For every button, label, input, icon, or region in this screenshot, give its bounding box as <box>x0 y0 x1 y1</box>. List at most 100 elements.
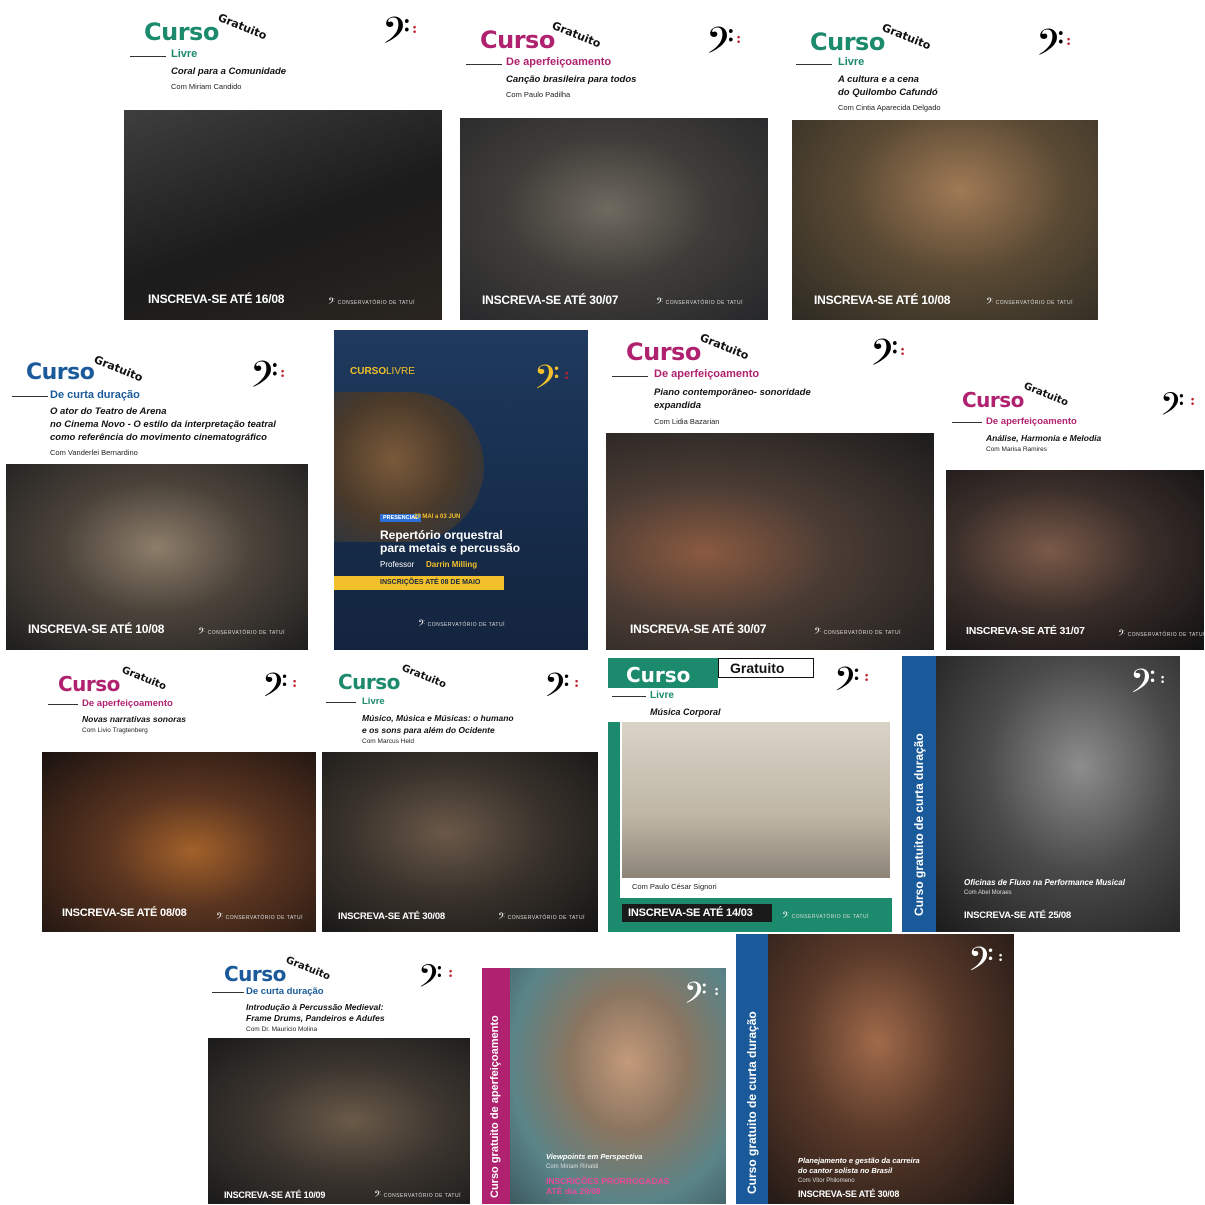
bass-clef-icon: 𝄢: <box>418 958 454 1002</box>
conservatory-logo: 𝄢 CONSERVATÓRIO DE TATUÍ <box>1118 628 1204 641</box>
enroll-deadline: INSCREVA-SE ATÉ 25/08 <box>964 910 1072 921</box>
course-card-percussao-medieval[interactable]: Curso Gratuito De curta duração Introduç… <box>208 950 470 1204</box>
conservatory-logo: 𝄢 CONSERVATÓRIO DE TATUÍ <box>656 296 743 309</box>
enroll-deadline: INSCREVA-SE ATÉ 30/08 <box>338 911 446 922</box>
clef-dots: : <box>1160 671 1166 687</box>
bass-clef-icon: 𝄢: <box>684 977 720 1018</box>
course-card-analise[interactable]: Curso Gratuito De aperfeiçoamento Anális… <box>946 380 1204 650</box>
enroll-deadline: INSCREVA-SE ATÉ 10/09 <box>224 1190 326 1200</box>
course-type: Livre <box>650 690 674 701</box>
clef-dots: : <box>1066 33 1072 49</box>
course-card-musico[interactable]: Curso Gratuito Livre Músico, Música e Mú… <box>322 662 598 932</box>
clef-dots: : <box>714 983 720 999</box>
teacher-name: Com Cintia Aparecida Delgado <box>838 103 941 112</box>
course-card-viewpoints[interactable]: Curso gratuito de aperfeiçoamento 𝄢: Vie… <box>482 968 726 1204</box>
course-photo <box>42 752 316 932</box>
course-photo <box>946 470 1204 650</box>
course-type: De aperfeiçoamento <box>986 416 1077 427</box>
conservatory-logo: 𝄢 CONSERVATÓRIO DE TATUÍ <box>782 910 869 923</box>
gratuito-label: Gratuito <box>550 18 603 51</box>
course-card-planejamento-carreira[interactable]: Curso gratuito de curta duração 𝄢: Plane… <box>736 934 1014 1204</box>
course-card-narrativas[interactable]: Curso Gratuito De aperfeiçoamento Novas … <box>42 662 316 932</box>
course-card-coral[interactable]: Curso Gratuito Livre Coral para a Comuni… <box>124 8 442 320</box>
course-type: De aperfeiçoamento <box>506 56 612 68</box>
livre-label: LIVRE <box>386 366 415 377</box>
enroll-deadline: INSCREVA-SE ATÉ 14/03 <box>628 907 753 919</box>
bass-clef-icon: 𝄢: <box>544 667 580 713</box>
divider <box>466 64 502 65</box>
clef-dots: : <box>574 675 580 691</box>
bass-clef-icon: 𝄢: <box>262 667 298 713</box>
divider <box>612 696 646 697</box>
course-card-teatro-arena[interactable]: Curso Gratuito De curta duração O ator d… <box>6 350 308 650</box>
teacher-name: Com Marcus Held <box>362 738 415 745</box>
clef-dots: : <box>280 365 286 381</box>
gratuito-label: Gratuito <box>92 352 145 385</box>
enroll-deadline: INSCREVA-SE ATÉ 16/08 <box>148 292 285 306</box>
course-card-oficinas-fluxo[interactable]: Curso gratuito de curta duração 𝄢: Ofici… <box>902 656 1180 932</box>
bass-clef-icon: 𝄢: <box>834 661 870 707</box>
clef-dots: : <box>998 949 1004 965</box>
clef-dots: : <box>1190 393 1196 409</box>
enroll-deadline: INSCREVA-SE ATÉ 10/08 <box>814 293 951 307</box>
course-title: Viewpoints em Perspectiva <box>546 1152 643 1161</box>
curso-title: Curso <box>626 663 691 687</box>
curso-title: Curso <box>26 360 95 385</box>
course-type: Livre <box>362 696 385 707</box>
course-card-cancao[interactable]: Curso Gratuito De aperfeiçoamento Canção… <box>460 18 768 320</box>
course-title-line2: para metais e percussão <box>380 541 521 555</box>
enroll-deadline: INSCREVA-SE ATÉ 30/08 <box>798 1189 900 1199</box>
gratuito-label: Gratuito <box>698 330 751 363</box>
course-title-line1: Planejamento e gestão da carreira <box>798 1156 920 1165</box>
conservatory-logo: 𝄢 CONSERVATÓRIO DE TATUÍ <box>986 296 1073 309</box>
course-title-line2: Frame Drums, Pandeiros e Adufes <box>246 1013 385 1023</box>
course-card-quilombo[interactable]: Curso Gratuito Livre A cultura e a cena … <box>792 18 1098 320</box>
course-title-line2: e os sons para além do Ocidente <box>362 725 495 735</box>
course-title-line1: Piano contemporâneo- sonoridade <box>654 387 811 398</box>
clef-dots: : <box>448 965 454 981</box>
divider <box>130 56 166 57</box>
teacher-name: Com Abel Moraes <box>964 890 1012 896</box>
course-card-repertorio[interactable]: CURSO LIVRE 𝄢: PRESENCIAL 29 MAI a 03 JU… <box>334 330 588 650</box>
course-photo <box>208 1038 470 1204</box>
teacher-name: Com Lidia Bazarian <box>654 417 720 426</box>
enroll-deadline: INSCREVA-SE ATÉ 30/07 <box>482 293 619 307</box>
gratuito-label: Gratuito <box>1022 380 1070 409</box>
teacher-name: Com Miriam Candido <box>171 82 242 91</box>
course-card-musica-corporal[interactable]: Curso Gratuito Livre Música Corporal 𝄢: … <box>608 656 892 932</box>
enroll-deadline: INSCREVA-SE ATÉ 30/07 <box>630 622 767 636</box>
course-title: Música Corporal <box>650 707 721 717</box>
bass-clef-icon: 𝄢: <box>706 20 742 71</box>
course-type: De curta duração <box>246 986 324 997</box>
course-card-piano[interactable]: Curso Gratuito De aperfeiçoamento Piano … <box>606 330 934 650</box>
divider <box>952 422 982 423</box>
teacher-name: Com Miriam Rinaldi <box>546 1164 599 1170</box>
course-photo <box>792 120 1098 320</box>
course-type: De curta duração <box>50 389 140 401</box>
course-type: Livre <box>171 48 198 60</box>
professor-name: Darrin Milling <box>426 560 478 569</box>
teacher-name: Com Dr. Mauricio Molina <box>246 1026 318 1033</box>
course-photo <box>460 118 768 320</box>
bass-clef-icon: 𝄢: <box>1160 386 1196 430</box>
teacher-name: Com Vitor Philomeno <box>798 1178 855 1184</box>
gratuito-label: Gratuito <box>120 664 168 693</box>
teacher-name: Com Livio Tragtenberg <box>82 727 148 734</box>
course-title-line1: Repertório orquestral <box>380 528 503 542</box>
enroll-extended-line1: INSCRIÇÕES PRORROGADAS <box>546 1176 670 1186</box>
clef-dots: : <box>564 367 570 383</box>
clef-dots: : <box>292 675 298 691</box>
enroll-deadline: INSCRIÇÕES ATÉ 08 DE MAIO <box>380 579 481 586</box>
course-title-line3: como referência do movimento cinematográ… <box>50 432 267 443</box>
enroll-deadline: INSCREVA-SE ATÉ 10/08 <box>28 622 165 636</box>
bass-clef-icon: 𝄢: <box>534 359 570 405</box>
gratuito-label: Gratuito <box>400 662 448 691</box>
bass-clef-icon: 𝄢: <box>1130 663 1166 709</box>
bass-clef-icon: 𝄢: <box>382 10 418 61</box>
divider <box>12 396 48 397</box>
curso-title: Curso <box>338 670 400 694</box>
course-title: Canção brasileira para todos <box>506 74 637 85</box>
enroll-deadline: INSCREVA-SE ATÉ 31/07 <box>966 625 1085 637</box>
course-title-line2: no Cinema Novo - O estilo da interpretaç… <box>50 419 276 430</box>
course-photo <box>606 433 934 650</box>
